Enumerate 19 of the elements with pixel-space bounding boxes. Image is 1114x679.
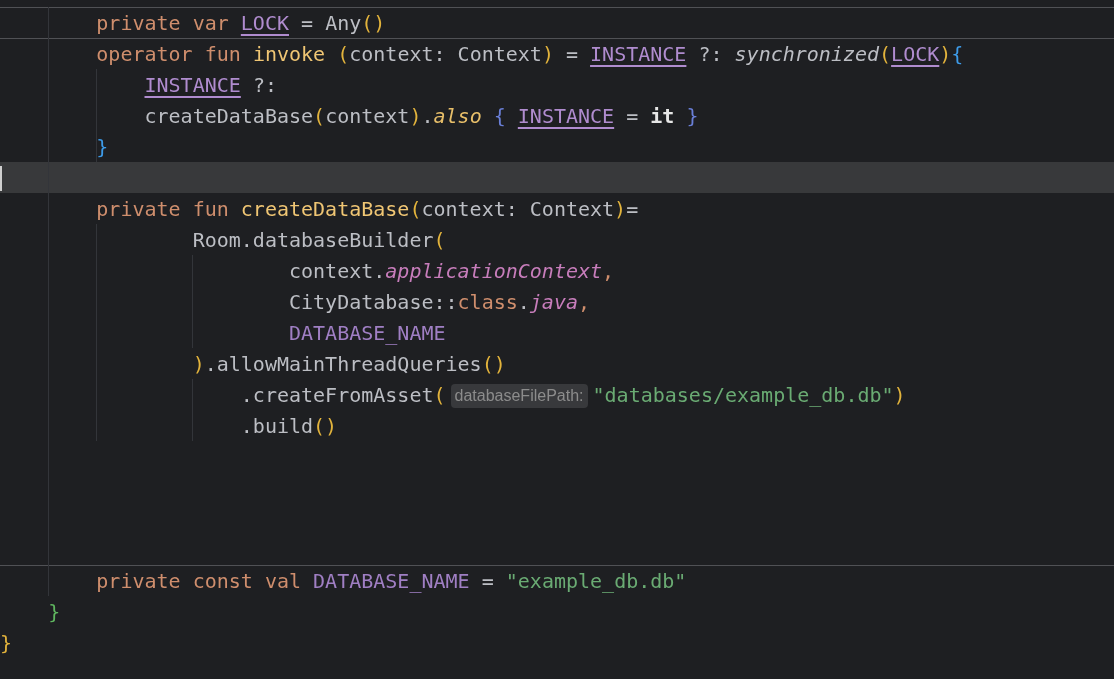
code-line: private fun createDataBase(context: Context)= xyxy=(95,197,639,221)
code-line: ).allowMainThreadQueries() xyxy=(191,352,506,376)
code-text: .createFromAsset( xyxy=(239,383,446,407)
code-line: CityDatabase::class.java, xyxy=(288,290,591,314)
code-line: private var LOCK = Any() xyxy=(95,11,386,35)
code-line: context.applicationContext, xyxy=(288,259,615,283)
parameter-hint: databaseFilePath: xyxy=(450,384,588,408)
code-line: } xyxy=(0,631,13,655)
code-line: DATABASE_NAME xyxy=(288,321,446,345)
code-line: } xyxy=(95,135,109,159)
text-cursor xyxy=(0,166,2,191)
code-line: createDataBase(context).also { INSTANCE = it } xyxy=(143,104,699,128)
code-line: } xyxy=(47,600,61,624)
code-text: "databases/example_db.db") xyxy=(592,383,906,407)
code-line: Room.databaseBuilder( xyxy=(191,228,446,252)
code-line: INSTANCE ?: xyxy=(143,73,277,97)
code-line: private const val DATABASE_NAME = "example_db.db" xyxy=(95,569,687,593)
code-line: operator fun invoke (context: Context) = INSTANCE ?: synchronized(LOCK){ xyxy=(95,42,964,66)
code-line: .build() xyxy=(239,414,338,438)
